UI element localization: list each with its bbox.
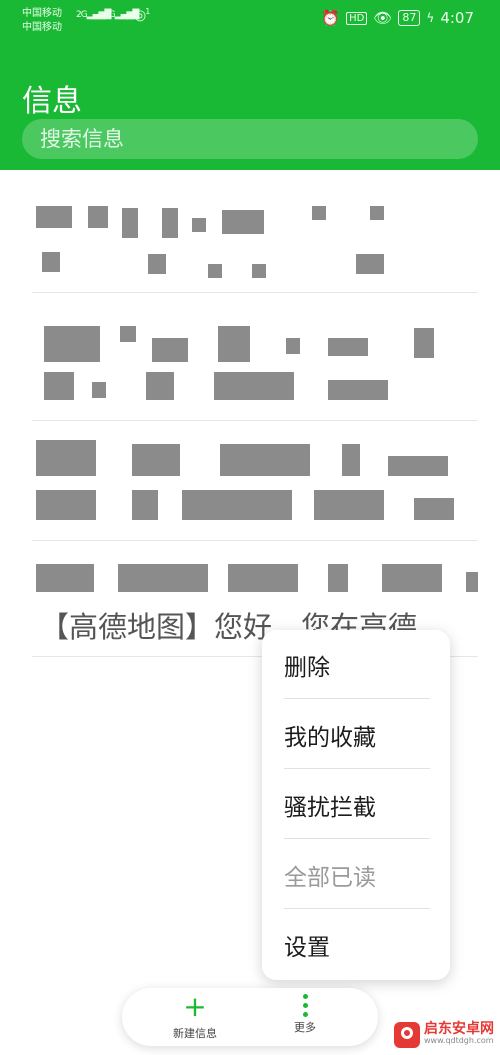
- pixelated-block: [44, 326, 100, 362]
- pixelated-block: [44, 372, 74, 400]
- menu-divider: [284, 908, 430, 909]
- pixelated-block: [314, 490, 384, 520]
- search-input[interactable]: [38, 126, 462, 152]
- pixelated-block: [328, 380, 388, 400]
- more-button[interactable]: 更多: [250, 988, 360, 1046]
- menu-divider: [284, 698, 430, 699]
- eye-icon: 👁: [373, 9, 393, 27]
- menu-item-settings[interactable]: 设置: [284, 910, 430, 980]
- menu-divider: [284, 768, 430, 769]
- pixelated-block: [92, 382, 106, 398]
- pixelated-block: [120, 326, 136, 342]
- watermark-name: 启东安卓网: [424, 1021, 494, 1037]
- pixelated-block: [36, 564, 94, 592]
- pixelated-block: [192, 218, 206, 232]
- pixelated-block: [122, 208, 138, 238]
- clock-time: 4:07: [440, 9, 474, 27]
- menu-divider: [284, 838, 430, 839]
- pixelated-block: [370, 206, 384, 220]
- pixelated-block: [414, 328, 434, 358]
- pixelated-block: [132, 490, 158, 520]
- pixelated-block: [36, 490, 96, 520]
- status-right: ⏰ HD 👁 87 ϟ 4:07: [321, 9, 474, 27]
- pixelated-block: [328, 564, 348, 592]
- charging-icon: ϟ: [426, 11, 435, 25]
- new-message-label: 新建信息: [173, 1027, 217, 1040]
- conversation-item-3[interactable]: [32, 430, 478, 530]
- pixelated-block: [182, 490, 292, 520]
- watermark: 启东安卓网 www.qdtdgh.com: [394, 1022, 494, 1048]
- watermark-url: www.qdtdgh.com: [424, 1036, 494, 1045]
- pixelated-block: [388, 456, 448, 476]
- more-vertical-icon: [302, 994, 308, 1017]
- pixelated-block: [148, 254, 166, 274]
- pixelated-block: [88, 206, 108, 228]
- pixelated-block: [328, 338, 368, 356]
- pixelated-block: [218, 326, 250, 362]
- pixelated-block: [208, 264, 222, 278]
- carrier-info: 中国移动 中国移动: [22, 7, 62, 35]
- plus-icon: +: [183, 990, 207, 1023]
- pixelated-block: [356, 254, 384, 274]
- app-header: 中国移动 中国移动 2G▂▄▆█ 4G▂▄▆█ ◎1 ⏰ HD 👁 87 ϟ 4…: [0, 0, 500, 170]
- carrier-2: 中国移动: [22, 22, 62, 33]
- battery-icon: 87: [398, 10, 421, 26]
- pixelated-block: [132, 444, 180, 476]
- conversation-item-2[interactable]: [32, 310, 478, 410]
- search-bar[interactable]: [22, 119, 478, 159]
- menu-item-favorites[interactable]: 我的收藏: [284, 700, 430, 770]
- pixelated-block: [146, 372, 174, 400]
- more-label: 更多: [294, 1021, 316, 1034]
- menu-item-delete[interactable]: 删除: [284, 630, 430, 700]
- watermark-logo-icon: [394, 1022, 420, 1048]
- hd-icon: HD: [346, 11, 368, 25]
- more-options-menu: 删除 我的收藏 骚扰拦截 全部已读 设置: [262, 630, 450, 980]
- row-divider: [32, 540, 478, 541]
- pixelated-block: [252, 264, 266, 278]
- pixelated-block: [36, 206, 72, 228]
- page-title: 信息: [22, 84, 82, 120]
- pixelated-block: [152, 338, 188, 362]
- pixelated-block: [118, 564, 208, 592]
- menu-item-spam-block[interactable]: 骚扰拦截: [284, 770, 430, 840]
- pixelated-block: [42, 252, 60, 272]
- wifi-icon: ◎1: [134, 7, 150, 24]
- row-divider: [32, 292, 478, 293]
- pixelated-block: [222, 210, 264, 234]
- conversation-item-1[interactable]: [32, 190, 478, 290]
- menu-item-mark-all-read[interactable]: 全部已读: [284, 840, 430, 910]
- carrier-1: 中国移动: [22, 8, 62, 19]
- pixelated-block: [312, 206, 326, 220]
- pixelated-block: [220, 444, 310, 476]
- pixelated-block: [414, 498, 454, 520]
- pixelated-block: [228, 564, 298, 592]
- pixelated-block: [342, 444, 360, 476]
- pixelated-block: [162, 208, 178, 238]
- pixelated-block: [214, 372, 294, 400]
- pixelated-block: [286, 338, 300, 354]
- new-message-button[interactable]: + 新建信息: [140, 988, 250, 1046]
- pixelated-block: [466, 572, 478, 592]
- pixelated-block: [36, 440, 96, 476]
- bottom-action-bar: + 新建信息 更多: [122, 988, 378, 1046]
- status-bar: 中国移动 中国移动 2G▂▄▆█ 4G▂▄▆█ ◎1 ⏰ HD 👁 87 ϟ 4…: [0, 0, 500, 40]
- alarm-icon: ⏰: [321, 9, 341, 27]
- pixelated-block: [382, 564, 442, 592]
- row-divider: [32, 420, 478, 421]
